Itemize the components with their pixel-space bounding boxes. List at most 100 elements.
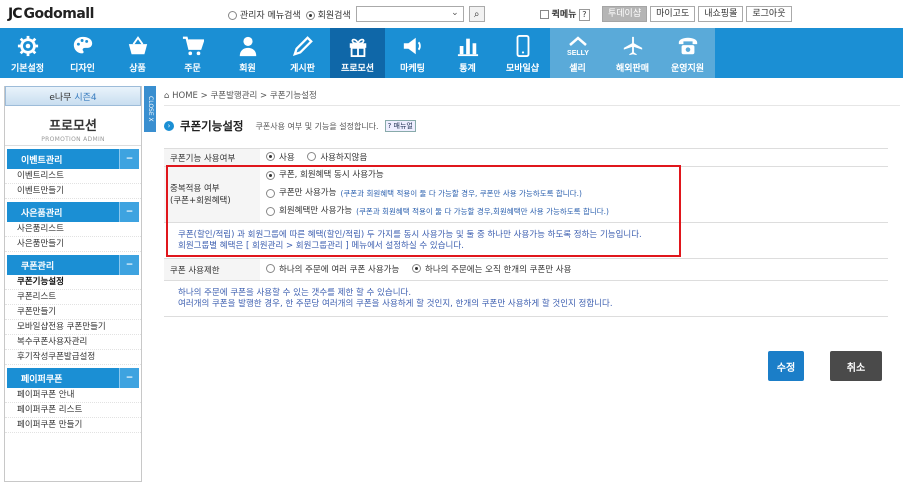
breadcrumb: ⌂ HOME > 쿠폰발행관리 > 쿠폰기능설정 [164, 86, 900, 106]
sidebar-group-paper-coupons[interactable]: 페이퍼쿠폰 − [7, 368, 139, 388]
logo-mark: JC [8, 6, 23, 22]
highlight-box [166, 165, 681, 257]
my-godo-button[interactable]: 마이고도 [650, 6, 696, 22]
selly-icon: SELLY [565, 34, 591, 58]
pencil-icon [292, 34, 314, 58]
mobile-icon [512, 34, 534, 58]
cancel-button[interactable]: 취소 [830, 351, 882, 381]
collapse-icon[interactable]: − [119, 149, 139, 169]
nav-orders[interactable]: 주문 [165, 28, 220, 78]
radio-icon [305, 10, 315, 20]
limit-option-single[interactable]: 하나의 주문에는 오직 한개의 쿠폰만 사용 [412, 263, 571, 275]
field-label: 쿠폰기능 사용여부 [164, 148, 260, 167]
nav-selly[interactable]: SELLY 셀리 [550, 28, 605, 78]
cart-icon [182, 34, 204, 58]
collapse-icon[interactable]: − [119, 368, 139, 388]
nouse-option[interactable]: 사용하지않음 [307, 151, 367, 163]
nav-members[interactable]: 회원 [220, 28, 275, 78]
radio-icon [228, 10, 237, 20]
main-nav: 기본설정 디자인 상품 주문 회원 게시판 프로모션 마케팅 통계 모바일샵 S… [0, 28, 903, 78]
sidebar: e나무 시즌4 프로모션 PROMOTION ADMIN 이벤트관리 − 이벤트리… [4, 86, 142, 482]
sidebar-close-button[interactable]: CLOSE X [144, 86, 156, 132]
arrow-bullet-icon: › [164, 121, 174, 131]
gift-icon [347, 34, 369, 58]
header-search: 관리자 메뉴검색 회원검색 ⌄ ⌕ 퀵메뉴 ? [228, 6, 590, 22]
sidebar-title: 프로모션 PROMOTION ADMIN [5, 106, 141, 146]
radio-icon [266, 152, 275, 162]
sidebar-item[interactable]: 이벤트만들기 [5, 184, 141, 199]
palette-icon [72, 34, 94, 58]
airplane-icon [622, 34, 644, 58]
top-buttons: 투데이샵 마이고도 내쇼핑몰 로그아웃 [602, 6, 792, 22]
nav-spacer [715, 28, 903, 78]
today-shop-button[interactable]: 투데이샵 [602, 6, 648, 22]
nav-design[interactable]: 디자인 [55, 28, 110, 78]
manual-button[interactable]: ? 매뉴얼 [384, 120, 416, 132]
radio-icon [266, 264, 275, 274]
radio-icon [412, 264, 421, 274]
sidebar-item[interactable]: 후기작성쿠폰발급설정 [5, 350, 141, 365]
collapse-icon[interactable]: − [119, 202, 139, 222]
page-description: 쿠폰사용 여부 및 기능을 설정합니다. [255, 121, 379, 131]
breadcrumb-home[interactable]: HOME [172, 91, 198, 101]
main-content: ⌂ HOME > 쿠폰발행관리 > 쿠폰기능설정 › 쿠폰기능설정 쿠폰사용 여… [164, 86, 900, 317]
search-option-member[interactable]: 회원검색 [305, 8, 351, 21]
search-input[interactable]: ⌄ [355, 6, 464, 22]
help-icon[interactable]: ? [579, 9, 590, 21]
breadcrumb-item: 쿠폰기능설정 [269, 91, 317, 101]
sidebar-item[interactable]: 이벤트리스트 [5, 169, 141, 184]
sidebar-item[interactable]: 페이퍼쿠폰 만들기 [5, 418, 141, 433]
logo-text: Godomall [23, 6, 94, 22]
sidebar-item-current[interactable]: 쿠폰기능설정 [5, 275, 141, 290]
search-icon: ⌕ [473, 8, 480, 20]
sidebar-item[interactable]: 페이퍼쿠폰 안내 [5, 388, 141, 403]
sidebar-item[interactable]: 모바일샵전용 쿠폰만들기 [5, 320, 141, 335]
logout-button[interactable]: 로그아웃 [746, 6, 792, 22]
search-option-menu[interactable]: 관리자 메뉴검색 [228, 8, 301, 21]
basket-icon [127, 34, 149, 58]
nav-overseas[interactable]: 해외판매 [605, 28, 660, 78]
collapse-icon[interactable]: − [119, 255, 139, 275]
sidebar-item[interactable]: 쿠폰리스트 [5, 290, 141, 305]
sidebar-group-coupons[interactable]: 쿠폰관리 − [7, 255, 139, 275]
sidebar-item[interactable]: 복수쿠폰사용자관리 [5, 335, 141, 350]
radio-icon [307, 152, 317, 162]
nav-board[interactable]: 게시판 [275, 28, 330, 78]
field-label: 쿠폰 사용제한 [164, 258, 260, 281]
phone-icon [677, 34, 699, 58]
gear-icon [17, 34, 39, 58]
nav-mobile-shop[interactable]: 모바일샵 [495, 28, 550, 78]
sidebar-item[interactable]: 사은품만들기 [5, 237, 141, 252]
breadcrumb-item[interactable]: 쿠폰발행관리 [210, 91, 257, 101]
chevron-down-icon: ⌄ [451, 8, 459, 18]
sidebar-item[interactable]: 사은품리스트 [5, 222, 141, 237]
save-button[interactable]: 수정 [768, 351, 804, 381]
use-option[interactable]: 사용 [266, 151, 295, 163]
sidebar-group-events[interactable]: 이벤트관리 − [7, 149, 139, 169]
svg-text:SELLY: SELLY [567, 50, 589, 57]
sidebar-item[interactable]: 쿠폰만들기 [5, 305, 141, 320]
my-shop-button[interactable]: 내쇼핑몰 [698, 6, 744, 22]
bar-chart-icon [457, 34, 479, 58]
sidebar-version-tab[interactable]: e나무 시즌4 [5, 86, 141, 106]
nav-support[interactable]: 운영지원 [660, 28, 715, 78]
quick-menu-toggle[interactable]: 퀵메뉴 ? [539, 7, 590, 21]
nav-basic-settings[interactable]: 기본설정 [0, 28, 55, 78]
limit-option-multi[interactable]: 하나의 주문에 여러 쿠폰 사용가능 [266, 263, 399, 275]
page-header: › 쿠폰기능설정 쿠폰사용 여부 및 기능을 설정합니다. ? 매뉴얼 [164, 118, 894, 134]
nav-products[interactable]: 상품 [110, 28, 165, 78]
nav-statistics[interactable]: 통계 [440, 28, 495, 78]
home-icon: ⌂ [164, 91, 170, 101]
sidebar-group-gifts[interactable]: 사은품관리 − [7, 202, 139, 222]
nav-promotion[interactable]: 프로모션 [330, 28, 385, 78]
limit-description: 하나의 주문에 쿠폰을 사용할 수 있는 갯수를 제한 할 수 있습니다. 여러… [164, 280, 888, 317]
search-button[interactable]: ⌕ [468, 6, 485, 22]
person-icon [237, 34, 259, 58]
checkbox-icon [539, 10, 549, 19]
sidebar-item[interactable]: 페이퍼쿠폰 리스트 [5, 403, 141, 418]
megaphone-icon [402, 34, 424, 58]
logo[interactable]: JC Godomall [8, 6, 94, 22]
nav-marketing[interactable]: 마케팅 [385, 28, 440, 78]
top-bar: JC Godomall 관리자 메뉴검색 회원검색 ⌄ ⌕ 퀵메뉴 ? 투데이샵… [0, 0, 903, 28]
page-title: 쿠폰기능설정 [180, 119, 244, 133]
